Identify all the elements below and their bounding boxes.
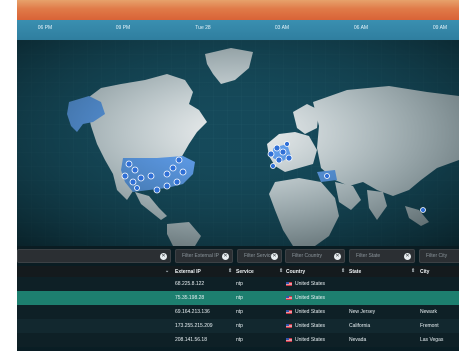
cell-state: Nevada: [349, 337, 367, 343]
column-country[interactable]: Country: [286, 269, 305, 275]
clear-icon[interactable]: ✕: [271, 253, 278, 260]
sort-icon[interactable]: ⇕: [228, 268, 232, 274]
cell-service: ntp: [236, 323, 243, 329]
cell-country: United States: [286, 337, 325, 343]
cell-city: Newark: [420, 309, 437, 315]
cell-city: Fremont: [420, 323, 439, 329]
cell-ip: 75.35.198.28: [175, 295, 205, 301]
filter-country[interactable]: Filter Country ✕: [285, 249, 345, 263]
column-service[interactable]: Service: [236, 269, 254, 275]
clear-icon[interactable]: ✕: [404, 253, 411, 260]
cell-ip: 208.141.56.18: [175, 337, 207, 343]
us-flag-icon: [286, 323, 292, 328]
sort-icon[interactable]: ⇕: [279, 268, 283, 274]
filter-external-ip[interactable]: Filter External IP ✕: [175, 249, 233, 263]
table-row[interactable]: 173.255.215.209 ntp United States Califo…: [17, 319, 459, 333]
cell-state: New Jersey: [349, 309, 376, 315]
us-flag-icon: [286, 309, 292, 314]
world-map[interactable]: [17, 40, 459, 246]
cell-service: ntp: [236, 337, 243, 343]
cell-service: ntp: [236, 281, 243, 287]
cell-state: California: [349, 323, 371, 329]
cell-country: United States: [286, 295, 325, 301]
sort-desc-icon[interactable]: ⌄: [165, 268, 169, 274]
filter-placeholder: Filter State: [356, 253, 381, 259]
timeline-histogram[interactable]: [17, 0, 459, 20]
cell-city: Las Vegas: [420, 337, 444, 343]
filter-search[interactable]: ✕: [17, 249, 171, 263]
timeline-tick: 09 AM: [432, 25, 448, 31]
sort-icon[interactable]: ⇕: [411, 268, 415, 274]
table-header: ⌄ External IP ⇕ Service ⇕ Country ⇕ Stat…: [17, 266, 459, 277]
cell-country: United States: [286, 309, 325, 315]
us-flag-icon: [286, 281, 292, 286]
cell-ip: 173.255.215.209: [175, 323, 213, 329]
dashboard-frame: 06 PM 09 PM Tue 28 03 AM 06 AM 09 AM ✕ F…: [17, 0, 459, 351]
timeline-tick: 06 PM: [37, 25, 53, 31]
column-external-ip[interactable]: External IP: [175, 269, 201, 275]
cell-ip: 69.164.213.136: [175, 309, 210, 315]
timeline-tick: 09 PM: [115, 25, 131, 31]
cell-country: United States: [286, 323, 325, 329]
column-city[interactable]: City: [420, 269, 429, 275]
filter-service[interactable]: Filter Service ✕: [237, 249, 282, 263]
clear-icon[interactable]: ✕: [334, 253, 341, 260]
sort-icon[interactable]: ⇕: [341, 268, 345, 274]
timeline-tick: 03 AM: [274, 25, 290, 31]
filter-bar: ✕ Filter External IP ✕ Filter Service ✕ …: [17, 246, 459, 266]
column-state[interactable]: State: [349, 269, 361, 275]
filter-city[interactable]: Filter City: [419, 249, 459, 263]
clear-icon[interactable]: ✕: [160, 253, 167, 260]
timeline-axis[interactable]: [17, 20, 459, 40]
filter-placeholder: Filter Country: [292, 253, 323, 259]
cell-country: United States: [286, 281, 325, 287]
filter-placeholder: Filter City: [426, 253, 448, 259]
cell-ip: 68.225.8.122: [175, 281, 205, 287]
table-row[interactable]: 68.225.8.122 ntp United States: [17, 277, 459, 291]
clear-icon[interactable]: ✕: [222, 253, 229, 260]
filter-state[interactable]: Filter State ✕: [349, 249, 415, 263]
cell-service: ntp: [236, 295, 243, 301]
table-row-selected[interactable]: 75.35.198.28 ntp United States: [17, 291, 459, 305]
us-flag-icon: [286, 337, 292, 342]
us-flag-icon: [286, 295, 292, 300]
table-row[interactable]: 69.164.213.136 ntp United States New Jer…: [17, 305, 459, 319]
filter-placeholder: Filter Service: [244, 253, 274, 259]
filter-placeholder: Filter External IP: [182, 253, 219, 259]
table-row[interactable]: 208.141.56.18 ntp United States Nevada L…: [17, 333, 459, 347]
cell-service: ntp: [236, 309, 243, 315]
left-margin: [0, 0, 17, 351]
timeline-tick: 06 AM: [353, 25, 369, 31]
timeline-tick: Tue 28: [195, 25, 211, 31]
